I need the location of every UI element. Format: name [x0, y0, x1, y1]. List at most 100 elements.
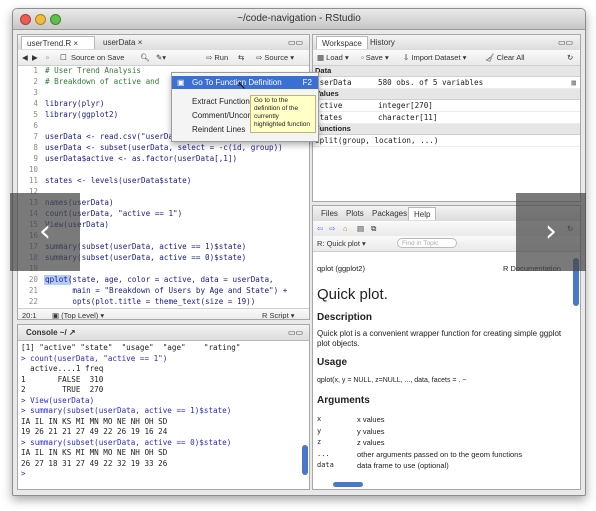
- previous-arrow-button[interactable]: ‹: [10, 193, 80, 271]
- console-line: IA IL IN KS MI MN MO NE NH OH SD: [21, 416, 168, 426]
- minimize-pane-icon[interactable]: ▭▭: [283, 326, 308, 339]
- table-row[interactable]: userData 580 obs. of 5 variables ▦: [313, 77, 580, 89]
- close-icon[interactable]: ×: [138, 38, 143, 47]
- argument-description: z values: [357, 438, 385, 447]
- workspace-pane: Workspace History ▭▭ ▦ Load ▾ ▫ Save ▾ ⇩…: [312, 34, 581, 202]
- run-label: Run: [214, 53, 229, 62]
- scope-indicator[interactable]: ▣ (Top Level) ▾: [52, 310, 104, 319]
- code-text: userData$active <- as.factor(userData[,1…: [45, 154, 238, 163]
- rerun-icon[interactable]: ⇆: [238, 52, 244, 63]
- source-tabstrip: userTrend.R × userData × ▭▭: [18, 35, 309, 51]
- menu-shortcut: F2: [302, 78, 312, 87]
- popout-icon[interactable]: ⧉: [371, 223, 376, 234]
- grid-icon[interactable]: ▦: [571, 77, 576, 88]
- clear-all-button[interactable]: 🧹︎ Clear All: [485, 52, 525, 63]
- code-line[interactable]: 8 userData <- subset(userData, select = -…: [18, 143, 309, 153]
- source-on-save-checkbox[interactable]: ☐: [60, 52, 67, 63]
- code-line[interactable]: 22 opts(plot.title = theme_text(size = 1…: [18, 297, 309, 307]
- tab-files[interactable]: Files: [316, 207, 343, 220]
- code-line[interactable]: 11 states <- levels(userData$state): [18, 176, 309, 186]
- line-number: 11: [28, 176, 38, 185]
- mouse-cursor-icon: ↖: [237, 79, 247, 92]
- forward-icon[interactable]: ▶: [32, 52, 38, 63]
- code-text: states <- levels(userData$state): [45, 176, 192, 185]
- search-icon[interactable]: 🔍︎: [140, 52, 150, 63]
- table-row[interactable]: split(group, location, ...): [313, 135, 580, 147]
- console-line: active....1 freq: [21, 364, 104, 373]
- file-type-label: R Script: [262, 311, 289, 320]
- code-line[interactable]: 9 userData$active <- as.factor(userData[,…: [18, 154, 309, 164]
- refresh-icon[interactable]: ↻: [567, 52, 573, 63]
- console-scrollbar[interactable]: [302, 445, 308, 475]
- console-line: [1] "active" "state" "usage" "age" "rati…: [21, 343, 241, 352]
- open-dir-icon[interactable]: ↗: [69, 328, 76, 337]
- line-number: 10: [28, 165, 38, 174]
- table-row[interactable]: active integer[270]: [313, 100, 580, 112]
- console-line: 1 FALSE 310: [21, 374, 104, 384]
- arguments-heading: Arguments: [317, 395, 370, 406]
- file-type-selector[interactable]: R Script ▾: [262, 310, 295, 320]
- tab-workspace[interactable]: Workspace: [316, 36, 368, 49]
- code-line[interactable]: 21 main = "Breakdown of Users by Age and…: [18, 286, 309, 296]
- back-icon[interactable]: ◀: [22, 52, 28, 63]
- tab-label: userData: [103, 38, 136, 47]
- source-on-save-label: Source on Save: [71, 53, 125, 62]
- load-button[interactable]: ▦ Load ▾: [317, 52, 349, 63]
- import-label: Import Dataset: [411, 53, 461, 62]
- topic-selector[interactable]: R: Quick plot ▾: [317, 238, 366, 249]
- minimize-pane-icon[interactable]: ▭▭: [283, 36, 308, 49]
- line-number: 21: [28, 286, 38, 295]
- row-name: states: [315, 113, 343, 122]
- code-text: # User Trend Analysis: [45, 66, 142, 75]
- argument-name: x: [317, 415, 322, 423]
- console-output[interactable]: [1] "active" "state" "usage" "age" "rati…: [21, 343, 299, 487]
- code-text: library(ggplot2): [45, 110, 119, 119]
- run-button[interactable]: ⇨ Run: [206, 52, 228, 63]
- wand-icon[interactable]: ✎▾: [156, 52, 166, 63]
- argument-description: x values: [357, 415, 385, 424]
- home-icon[interactable]: ⌂: [343, 223, 348, 234]
- line-number: 9: [33, 154, 38, 163]
- section-functions: Functions: [313, 124, 580, 135]
- code-line[interactable]: 20 qplot(state, age, color = active, data…: [18, 275, 309, 285]
- table-row[interactable]: states character[11]: [313, 112, 580, 124]
- tab-userdata[interactable]: userData ×: [98, 36, 158, 49]
- print-icon[interactable]: ▤: [357, 223, 364, 234]
- tab-plots[interactable]: Plots: [341, 207, 369, 220]
- line-number: 5: [33, 110, 38, 119]
- line-number: 4: [33, 99, 38, 108]
- help-hscrollbar[interactable]: [333, 482, 363, 487]
- forward-icon[interactable]: ⇨: [329, 223, 335, 234]
- tab-help[interactable]: Help: [408, 207, 437, 220]
- line-number: 7: [33, 132, 38, 141]
- rstudio-window: ~/code-navigation - RStudio userTrend.R …: [12, 8, 586, 496]
- line-number: 6: [33, 121, 38, 130]
- tab-console[interactable]: Console ~/ ↗: [21, 326, 81, 339]
- next-arrow-button[interactable]: ›: [516, 193, 586, 271]
- argument-description: data frame to use (optional): [357, 461, 449, 470]
- find-in-topic-input[interactable]: Find in Topic: [397, 238, 457, 248]
- console-line: 19 26 21 21 27 49 22 26 19 16 24: [21, 427, 168, 436]
- description-heading: Description: [317, 312, 373, 323]
- tab-packages[interactable]: Packages: [367, 207, 412, 220]
- menu-item-label: Extract Function: [192, 97, 250, 106]
- back-icon[interactable]: ⇦: [317, 223, 323, 234]
- save-icon[interactable]: ▫: [46, 52, 49, 63]
- code-text: # Breakdown of active and: [45, 77, 160, 86]
- source-button[interactable]: ⇨ Source ▾: [256, 52, 294, 63]
- console-line: > View(userData): [21, 395, 95, 405]
- minimize-pane-icon[interactable]: ▭▭: [553, 36, 578, 49]
- tooltip: Go to to the definition of the currently…: [250, 95, 316, 133]
- code-text: userData <- subset(userData, select = -c…: [45, 143, 283, 152]
- tab-usertrend[interactable]: userTrend.R ×: [21, 36, 95, 49]
- doc-title: Quick plot.: [317, 286, 388, 303]
- import-dataset-button[interactable]: ⇩ Import Dataset ▾: [403, 52, 466, 63]
- workspace-toolbar: ▦ Load ▾ ▫ Save ▾ ⇩ Import Dataset ▾ 🧹︎ …: [313, 50, 580, 66]
- save-label: Save: [365, 53, 383, 62]
- save-button[interactable]: ▫ Save ▾: [361, 52, 389, 63]
- tab-history[interactable]: History: [365, 36, 400, 49]
- close-icon[interactable]: ×: [73, 39, 78, 48]
- code-text: opts(plot.title = theme_text(size = 19)): [45, 297, 256, 306]
- usage-heading: Usage: [317, 357, 348, 368]
- code-line[interactable]: 10: [18, 165, 309, 175]
